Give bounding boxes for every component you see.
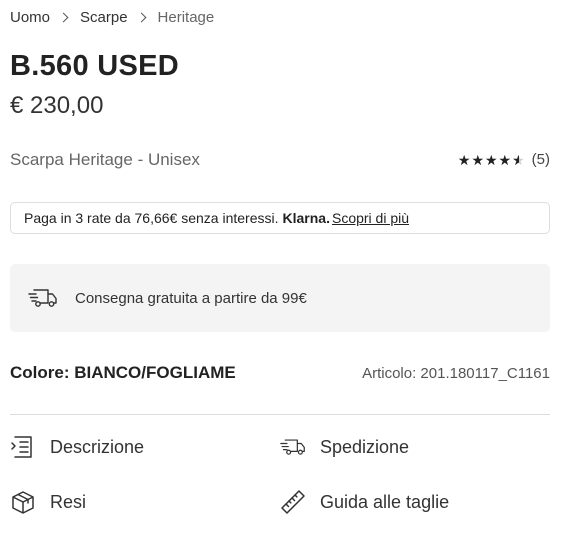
klarna-banner: Paga in 3 rate da 76,66€ senza interessi… [10, 202, 550, 234]
klarna-text: Paga in 3 rate da 76,66€ senza interessi… [24, 210, 279, 226]
klarna-learn-more-link[interactable]: Scopri di più [332, 210, 409, 226]
color-label: Colore: BIANCO/FOGLIAME [10, 363, 236, 382]
free-shipping-text: Consegna gratuita a partire da 99€ [75, 289, 307, 307]
free-shipping-banner: Consegna gratuita a partire da 99€ [10, 264, 550, 332]
shipping-link[interactable]: Spedizione [280, 434, 409, 460]
rating-stars: ★★★★★ ★★★★★ [458, 152, 526, 168]
fast-delivery-truck-icon [280, 439, 305, 455]
product-details-row: Colore: BIANCO/FOGLIAME Articolo: 201.18… [10, 363, 550, 383]
article-number: Articolo: 201.180117_C1161 [362, 365, 550, 382]
chevron-right-icon [58, 12, 69, 23]
breadcrumb: Uomo Scarpe Heritage [10, 9, 214, 26]
product-subtitle: Scarpa Heritage - Unisex [10, 150, 200, 169]
shipping-label: Spedizione [320, 436, 410, 457]
product-price: € 230,00 [10, 92, 104, 119]
size-guide-link[interactable]: Guida alle taglie [280, 489, 449, 515]
divider [10, 414, 550, 415]
breadcrumb-item-heritage[interactable]: Heritage [158, 9, 215, 26]
returns-label: Resi [50, 491, 87, 512]
product-title: B.560 USED [10, 50, 180, 82]
breadcrumb-item-scarpe[interactable]: Scarpe [80, 9, 128, 26]
returns-link[interactable]: Resi [10, 489, 86, 515]
box-icon [12, 491, 34, 514]
size-guide-label: Guida alle taglie [320, 491, 450, 512]
list-document-icon [11, 436, 32, 458]
ruler-icon [281, 490, 305, 514]
klarna-brand: Klarna. [282, 210, 330, 226]
description-link[interactable]: Descrizione [10, 434, 144, 460]
product-rating[interactable]: ★★★★★ ★★★★★ (5) [458, 151, 550, 168]
fast-delivery-truck-icon [28, 289, 57, 307]
star-filled-icons: ★★★★★ [457, 151, 519, 168]
chevron-right-icon [136, 12, 146, 23]
rating-count: (5) [531, 151, 550, 168]
description-label: Descrizione [50, 436, 145, 457]
breadcrumb-item-uomo[interactable]: Uomo [10, 9, 50, 26]
